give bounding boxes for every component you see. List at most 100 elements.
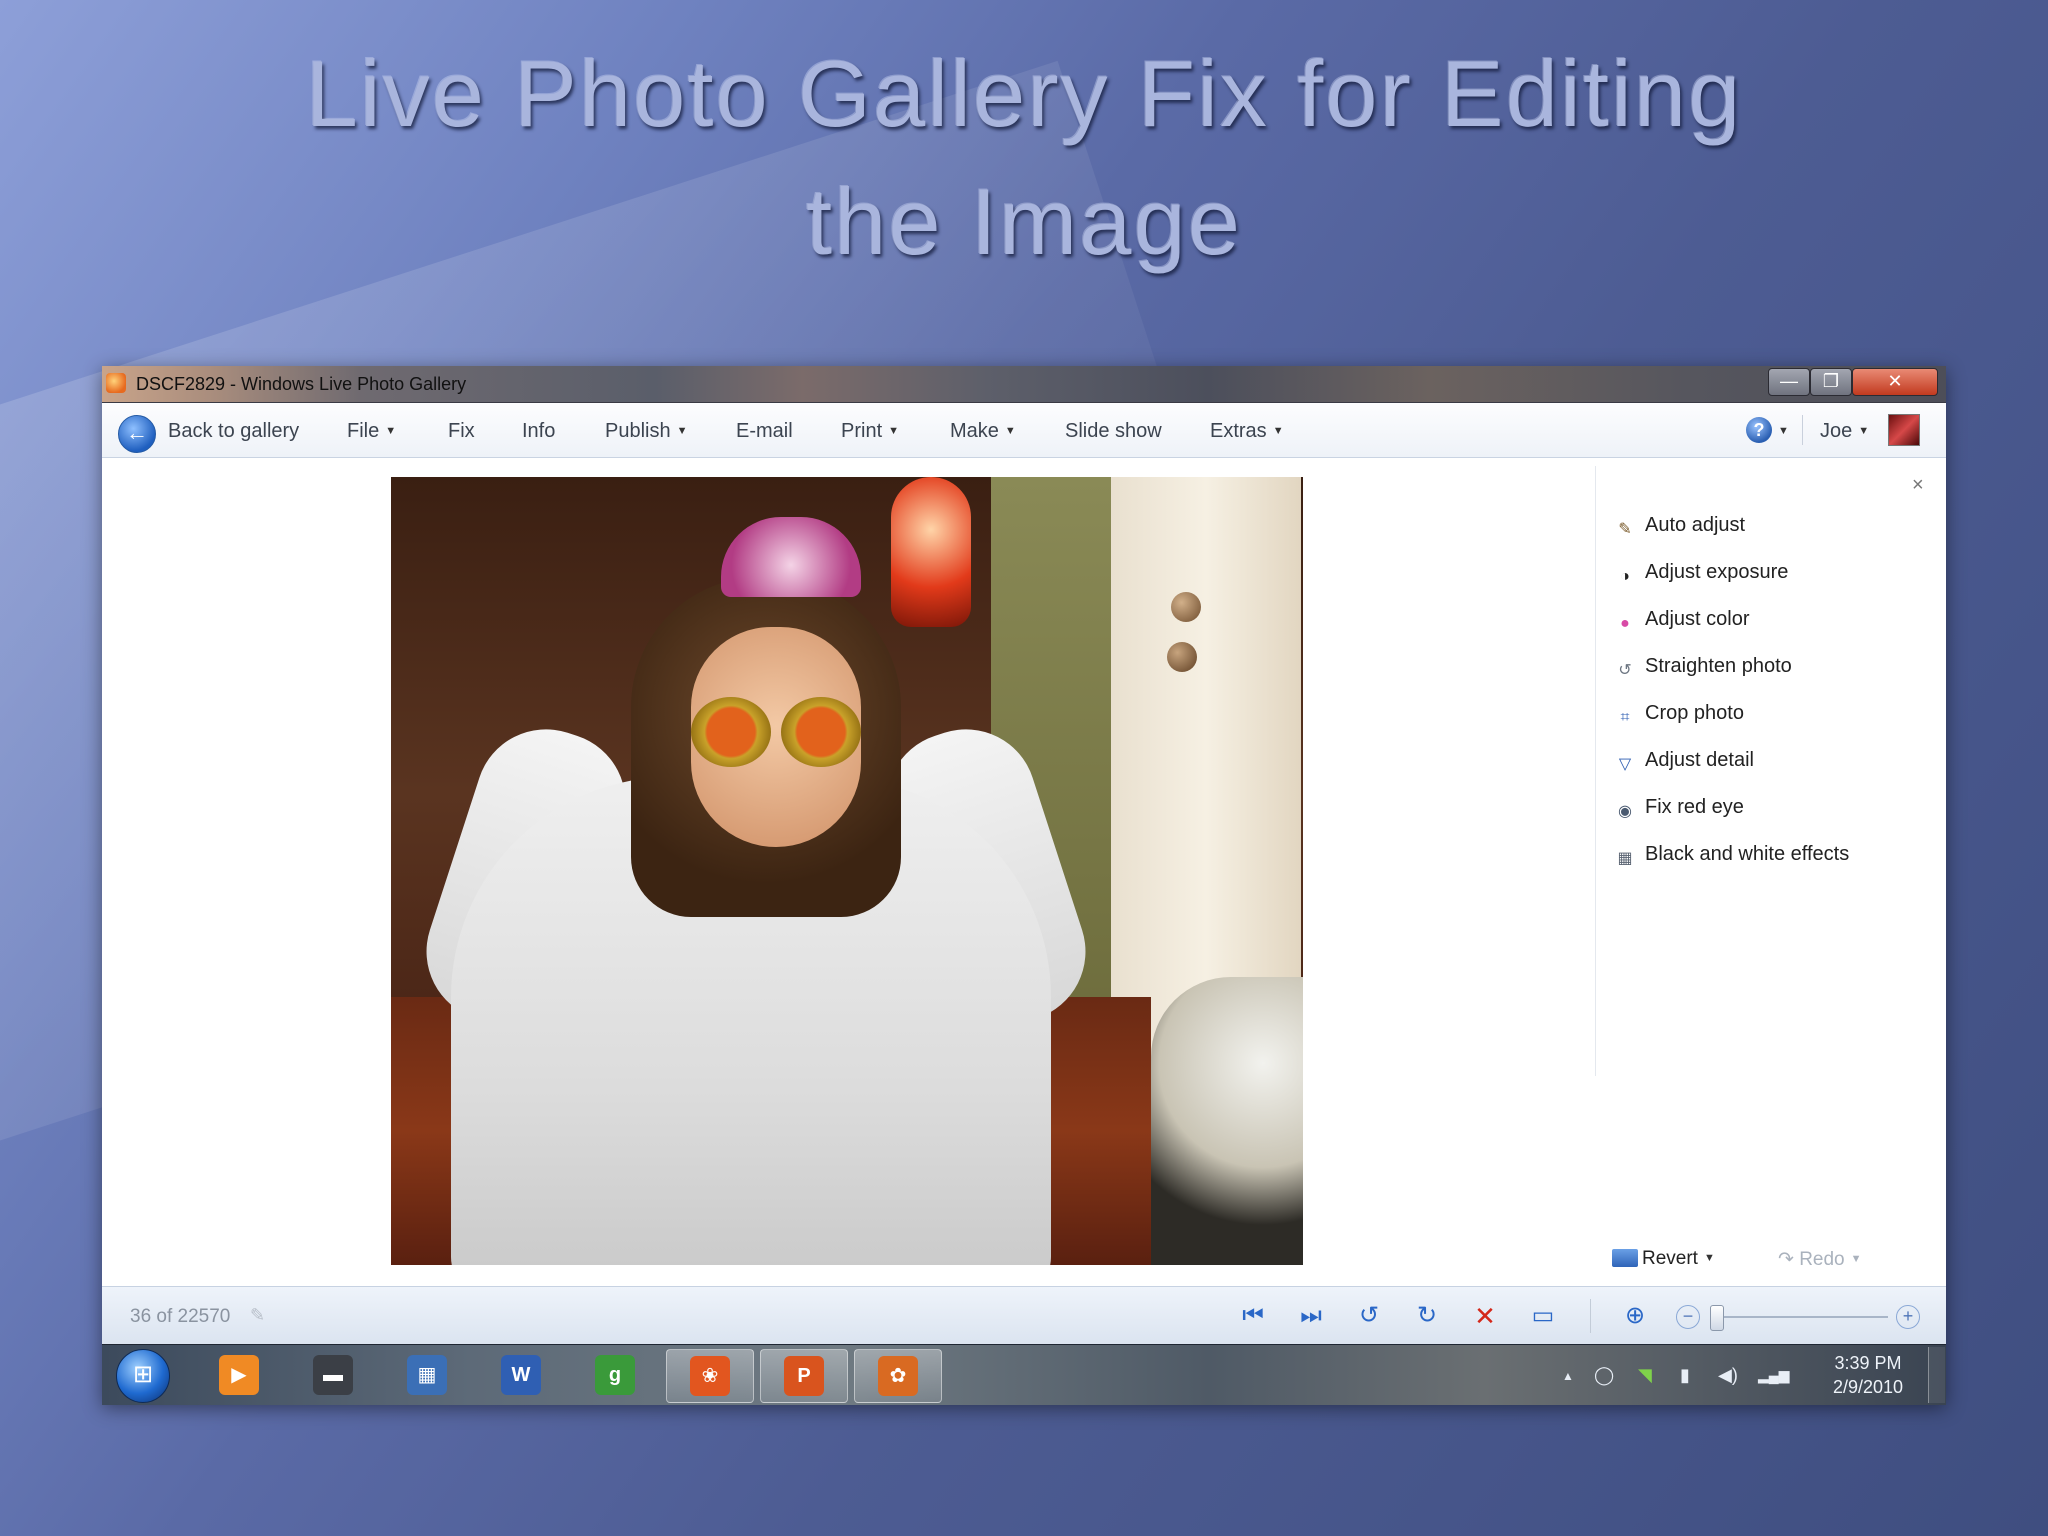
tray-sync-icon[interactable]: ◯ [1594,1365,1614,1386]
taskbar-clock[interactable]: 3:39 PM 2/9/2010 [1818,1351,1918,1399]
zoom-out-icon[interactable]: − [1676,1305,1700,1329]
redo-button[interactable]: ↷ Redo ▼ [1778,1248,1862,1271]
revert-label: Revert [1642,1248,1698,1269]
show-hidden-icons-arrow[interactable]: ▲ [1562,1369,1574,1383]
status-separator [1590,1299,1591,1333]
taskbar-app-sony-vaio[interactable]: ▬ [290,1349,376,1401]
menu-separator [1802,415,1803,445]
fix-adjust-exposure[interactable]: ◑ Adjust exposure [1615,561,1788,587]
tray-signal-icon[interactable]: ▂▄▆ [1758,1367,1789,1384]
taskbar-app-powerpoint[interactable]: P [760,1349,848,1403]
photo-santa-decoration [891,477,971,627]
taskbar-app-network[interactable]: ▦ [384,1349,470,1401]
close-button[interactable]: ✕ [1852,368,1938,396]
tray-network-icon[interactable]: ◥ [1638,1365,1652,1386]
fix-item-label: Crop photo [1645,702,1744,724]
media-player-icon: ▶ [219,1355,259,1395]
fix-item-label: Fix red eye [1645,796,1744,818]
previous-icon[interactable]: ⏮ [1238,1301,1268,1331]
fix-adjust-color[interactable]: ● Adjust color [1615,608,1750,634]
back-to-gallery-button[interactable]: Back to gallery [168,420,299,443]
taskbar-app-media-player[interactable]: ▶ [196,1349,282,1401]
menu-publish[interactable]: Publish ▼ [605,420,688,443]
menu-email[interactable]: E-mail [736,420,793,443]
actual-size-icon[interactable]: ⊕ [1620,1301,1650,1331]
menu-publish-label: Publish [605,420,671,442]
window-titlebar[interactable]: DSCF2829 - Windows Live Photo Gallery — … [102,366,1946,403]
slide-title: Live Photo Gallery Fix for Editing the I… [0,30,2048,286]
menu-make[interactable]: Make ▼ [950,420,1016,443]
photo-viewer-image[interactable] [391,477,1303,1265]
fix-item-label: Adjust color [1645,608,1750,630]
close-panel-icon[interactable]: × [1912,474,1924,497]
photo-gallery-app-icon [106,373,126,393]
windows-taskbar: ⊞ ▶ ▬ ▦ W g ❀ P ✿ ▲ ◯ ◥ ▮ ◀) ▂▄▆ 3:39 PM… [102,1344,1946,1405]
photo-gallery-icon: ✿ [878,1356,918,1396]
menu-slide-show[interactable]: Slide show [1065,420,1162,443]
menu-print[interactable]: Print ▼ [841,420,899,443]
slideshow-icon[interactable]: ▭ [1528,1301,1558,1331]
network-computer-icon: ▦ [407,1355,447,1395]
menu-extras[interactable]: Extras ▼ [1210,420,1284,443]
rotate-left-icon[interactable]: ↺ [1354,1301,1384,1331]
color-wheel-icon: ● [1620,615,1630,632]
menu-extras-label: Extras [1210,420,1267,442]
fix-item-label: Adjust detail [1645,749,1754,771]
chevron-down-icon: ▼ [1858,425,1870,437]
chevron-down-icon: ▼ [676,425,688,437]
taskbar-app-photo-gallery[interactable]: ✿ [854,1349,942,1403]
tray-volume-icon[interactable]: ◀) [1718,1365,1738,1386]
menu-fix[interactable]: Fix [448,420,475,443]
slide-title-line-1: Live Photo Gallery Fix for Editing [305,41,1743,146]
photo-tiara [721,517,861,597]
back-arrow-icon[interactable]: ← [118,415,156,453]
zoom-slider-track[interactable] [1712,1316,1888,1318]
straighten-icon: ↺ [1618,662,1632,679]
fix-crop-photo[interactable]: ⌗ Crop photo [1615,702,1744,728]
red-eye-icon: ◉ [1618,803,1632,820]
menu-file[interactable]: File ▼ [347,420,396,443]
redo-label: Redo [1799,1249,1845,1270]
rotate-right-icon[interactable]: ↻ [1412,1301,1442,1331]
start-button[interactable]: ⊞ [116,1349,170,1403]
maximize-button[interactable]: ❐ [1810,368,1852,396]
zoom-in-icon[interactable]: + [1896,1305,1920,1329]
fix-red-eye[interactable]: ◉ Fix red eye [1615,796,1744,822]
photo-glasses-right [781,697,861,767]
clock-date: 2/9/2010 [1832,1377,1904,1397]
fix-adjust-detail[interactable]: ▽ Adjust detail [1615,749,1754,775]
slide-title-line-2: the Image [805,169,1243,274]
user-menu[interactable]: Joe ▼ [1820,420,1869,443]
bw-effects-icon: ▦ [1617,850,1633,867]
chevron-down-icon: ▼ [888,425,900,437]
menu-info[interactable]: Info [522,420,555,443]
fix-straighten-photo[interactable]: ↺ Straighten photo [1615,655,1791,681]
detail-icon: ▽ [1618,756,1632,773]
tray-battery-icon[interactable]: ▮ [1680,1365,1690,1386]
windows-live-icon: ❀ [690,1356,730,1396]
show-desktop-button[interactable] [1928,1347,1945,1403]
powerpoint-icon: P [784,1356,824,1396]
next-icon[interactable]: ⏭ [1296,1301,1326,1331]
taskbar-app-word[interactable]: W [478,1349,564,1401]
zoom-slider-thumb[interactable] [1710,1305,1724,1331]
taskbar-app-google[interactable]: g [572,1349,658,1401]
photo-door-knob [1171,592,1201,622]
user-name: Joe [1820,420,1853,442]
help-icon[interactable]: ? [1746,417,1772,443]
menu-bar: ← Back to gallery File ▼ Fix Info Publish… [102,403,1946,458]
help-chevron-down-icon[interactable]: ▼ [1778,425,1789,437]
menu-info-label: Info [522,420,556,442]
taskbar-app-live-gallery[interactable]: ❀ [666,1349,754,1403]
delete-icon[interactable]: ✕ [1470,1301,1500,1331]
user-avatar[interactable] [1888,414,1920,446]
pencil-icon: ✎ [250,1305,266,1325]
photo-glasses-left [691,697,771,767]
fix-black-and-white-effects[interactable]: ▦ Black and white effects [1615,843,1849,869]
menu-slide-show-label: Slide show [1065,420,1162,442]
minimize-button[interactable]: — [1768,368,1810,396]
revert-button[interactable]: Revert ▼ [1612,1248,1715,1270]
exposure-icon: ◑ [1620,568,1630,585]
fix-auto-adjust[interactable]: ✎ Auto adjust [1615,514,1745,540]
menu-print-label: Print [841,420,883,442]
